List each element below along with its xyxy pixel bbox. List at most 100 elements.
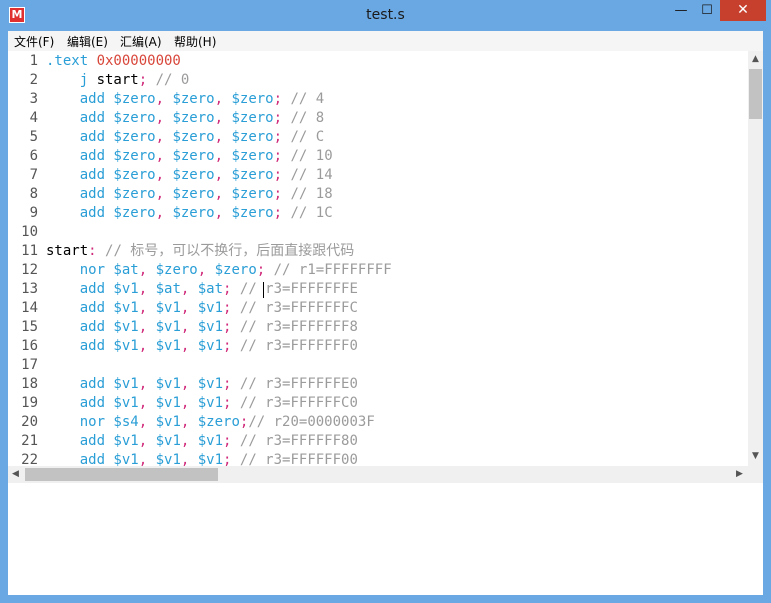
code-text[interactable]: j start; // 0 <box>46 71 190 90</box>
vertical-scrollbar[interactable]: ▲ ▼ <box>748 51 763 466</box>
code-text[interactable]: add $zero, $zero, $zero; // 18 <box>46 185 333 204</box>
code-token: // r3=FFFFFFC0 <box>231 395 358 411</box>
code-token: , <box>155 205 165 221</box>
code-text[interactable]: nor $s4, $v1, $zero;// r20=0000003F <box>46 413 375 432</box>
code-text[interactable]: nor $at, $zero, $zero; // r1=FFFFFFFF <box>46 261 392 280</box>
code-token: add $zero <box>46 186 156 202</box>
code-token: , <box>214 129 224 145</box>
code-text[interactable]: start: // 标号，可以不换行，后面直接跟代码 <box>46 242 354 261</box>
code-token: $zero <box>223 167 274 183</box>
code-token: start <box>96 72 139 88</box>
code-token: $zero <box>189 414 240 430</box>
code-token: ; <box>273 110 283 126</box>
code-text[interactable]: add $zero, $zero, $zero; // 8 <box>46 109 325 128</box>
line-number: 6 <box>29 148 38 164</box>
code-text[interactable]: add $zero, $zero, $zero; // 4 <box>46 90 325 109</box>
code-text[interactable]: add $v1, $v1, $v1; // r3=FFFFFF80 <box>46 432 358 451</box>
code-text[interactable]: add $v1, $v1, $v1; // r3=FFFFFFE0 <box>46 375 358 394</box>
code-token: , <box>138 395 148 411</box>
scroll-up-arrow-icon[interactable]: ▲ <box>748 54 763 64</box>
code-token: // 8 <box>282 110 325 126</box>
close-button[interactable]: ✕ <box>720 0 766 21</box>
code-token: // C <box>282 129 325 145</box>
code-text[interactable]: add $v1, $v1, $v1; // r3=FFFFFFF8 <box>46 318 358 337</box>
code-token: ; <box>273 205 283 221</box>
code-token: add $v1 <box>46 433 139 449</box>
code-token: // 0 <box>147 72 190 88</box>
line-number: 10 <box>21 224 38 240</box>
code-token: $zero <box>164 186 215 202</box>
code-text[interactable]: add $v1, $v1, $v1; // r3=FFFFFF00 <box>46 451 358 466</box>
code-token: ; <box>273 129 283 145</box>
scroll-right-arrow-icon[interactable]: ▶ <box>732 469 747 479</box>
line-number: 2 <box>29 72 38 88</box>
horizontal-scroll-thumb[interactable] <box>25 468 218 481</box>
code-token: // r3=FFFFFF80 <box>231 433 358 449</box>
window-title: test.s <box>366 7 405 23</box>
code-token: $v1 <box>147 433 181 449</box>
code-token: , <box>138 338 148 354</box>
code-text[interactable]: add $v1, $at, $at; // r3=FFFFFFFE <box>46 280 358 299</box>
code-token: ; <box>273 186 283 202</box>
code-text[interactable]: .text 0x00000000 <box>46 52 181 71</box>
code-token: $v1 <box>189 395 224 411</box>
code-token: $zero <box>223 186 274 202</box>
maximize-button[interactable]: ☐ <box>694 0 720 21</box>
code-token: $v1 <box>189 300 224 316</box>
app-window: M test.s — ☐ ✕ 文件(F) 编辑(E) 汇编(A) 帮助(H) 1… <box>0 0 771 603</box>
minimize-button[interactable]: — <box>668 0 694 21</box>
line-number: 3 <box>29 91 38 107</box>
code-text[interactable]: add $v1, $v1, $v1; // r3=FFFFFFC0 <box>46 394 358 413</box>
code-token: , <box>138 319 148 335</box>
code-token: // 18 <box>282 186 333 202</box>
code-token: add $zero <box>46 91 156 107</box>
vertical-scroll-thumb[interactable] <box>749 69 762 119</box>
scroll-down-arrow-icon[interactable]: ▼ <box>748 451 763 461</box>
horizontal-scrollbar[interactable]: ◀ ▶ <box>8 466 748 483</box>
code-text[interactable]: add $zero, $zero, $zero; // 14 <box>46 166 333 185</box>
line-number: 20 <box>21 414 38 430</box>
code-token: nor $s4 <box>46 414 139 430</box>
line-number: 5 <box>29 129 38 145</box>
menu-assemble[interactable]: 汇编(A) <box>120 33 162 50</box>
code-token: $zero <box>223 91 274 107</box>
code-text[interactable]: add $v1, $v1, $v1; // r3=FFFFFFFC <box>46 299 358 318</box>
code-token: , <box>138 452 148 466</box>
code-token: add $v1 <box>46 395 139 411</box>
code-token: $v1 <box>189 452 224 466</box>
code-editor[interactable]: 1 .text 0x00000000 2 j start; // 0 3 add $z… <box>8 51 748 466</box>
code-token: ; <box>138 72 148 88</box>
code-token: add $zero <box>46 205 156 221</box>
scroll-left-arrow-icon[interactable]: ◀ <box>8 469 23 479</box>
code-token: $v1 <box>147 300 181 316</box>
code-token: , <box>197 262 207 278</box>
code-text[interactable]: add $v1, $v1, $v1; // r3=FFFFFFF0 <box>46 337 358 356</box>
code-token: $v1 <box>147 395 181 411</box>
line-number: 16 <box>21 338 38 354</box>
code-token: $v1 <box>189 376 224 392</box>
code-token: j <box>46 72 97 88</box>
code-token: add $v1 <box>46 300 139 316</box>
output-panel[interactable] <box>8 483 763 595</box>
code-token: add $zero <box>46 167 156 183</box>
menu-file[interactable]: 文件(F) <box>14 33 54 50</box>
title-bar[interactable]: M test.s — ☐ ✕ <box>0 0 771 31</box>
code-token: // 10 <box>282 148 333 164</box>
line-number: 15 <box>21 319 38 335</box>
code-token: // r3=FFFFFFFE <box>231 281 358 297</box>
code-token: .text <box>46 53 97 69</box>
menu-edit[interactable]: 编辑(E) <box>67 33 108 50</box>
code-token: , <box>138 281 148 297</box>
code-token: $v1 <box>147 414 181 430</box>
line-number: 7 <box>29 167 38 183</box>
code-text[interactable]: add $zero, $zero, $zero; // C <box>46 128 325 147</box>
code-token: , <box>214 205 224 221</box>
code-text[interactable]: add $zero, $zero, $zero; // 10 <box>46 147 333 166</box>
code-token: 0x00000000 <box>96 53 181 69</box>
menu-help[interactable]: 帮助(H) <box>174 33 216 50</box>
code-token: , <box>155 110 165 126</box>
code-text[interactable]: add $zero, $zero, $zero; // 1C <box>46 204 333 223</box>
code-token: $zero <box>223 205 274 221</box>
line-number: 19 <box>21 395 38 411</box>
code-token: $v1 <box>147 338 181 354</box>
